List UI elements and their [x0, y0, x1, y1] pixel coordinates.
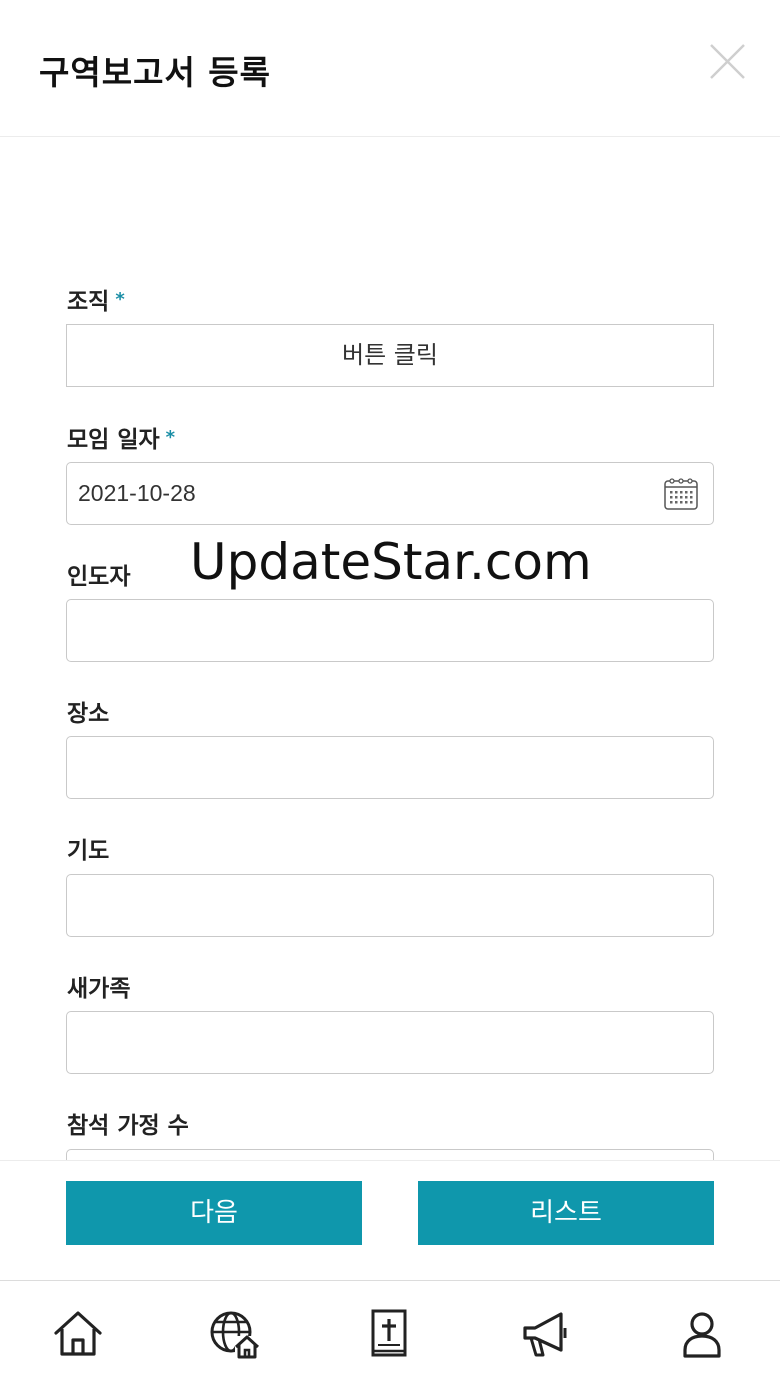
field-label-organization: 조직 *	[67, 282, 125, 316]
report-form: 조직 * 버튼 클릭 모임 일자 * 2021-10-28 인도자 장소 기도 새가…	[0, 137, 780, 1160]
close-button[interactable]	[706, 40, 750, 84]
home-icon	[54, 1311, 102, 1356]
field-label-attending-households: 참석 가정 수	[67, 1113, 189, 1139]
organization-select-button[interactable]: 버튼 클릭	[66, 324, 714, 387]
header: 구역보고서 등록	[0, 0, 780, 137]
nav-profile[interactable]	[674, 1306, 730, 1362]
required-mark: *	[115, 289, 125, 310]
required-mark: *	[165, 427, 176, 448]
field-label-meeting-date: 모임 일자 *	[67, 420, 175, 454]
nav-announcements[interactable]	[517, 1306, 573, 1362]
church-globe-icon	[210, 1311, 260, 1359]
field-label-prayer: 기도	[67, 838, 110, 864]
user-icon	[683, 1312, 721, 1358]
meeting-date-input[interactable]: 2021-10-28	[66, 462, 714, 525]
next-button[interactable]: 다음	[66, 1181, 362, 1245]
bible-icon	[371, 1309, 407, 1357]
prayer-input[interactable]	[66, 874, 714, 937]
close-icon	[710, 44, 745, 79]
label-text: 조직	[67, 289, 110, 315]
page-title: 구역보고서 등록	[39, 53, 272, 92]
place-input[interactable]	[66, 736, 714, 799]
new-family-input[interactable]	[66, 1011, 714, 1074]
field-label-new-family: 새가족	[67, 976, 131, 1002]
attending-households-input[interactable]	[66, 1149, 714, 1160]
nav-home[interactable]	[50, 1306, 106, 1362]
list-button[interactable]: 리스트	[418, 1181, 714, 1245]
nav-church[interactable]	[207, 1306, 263, 1362]
meeting-date-value: 2021-10-28	[78, 480, 196, 506]
leader-input[interactable]	[66, 599, 714, 662]
bottom-nav	[0, 1282, 780, 1386]
calendar-icon[interactable]	[663, 476, 699, 512]
action-bar: 다음 리스트	[0, 1160, 780, 1281]
field-label-leader: 인도자	[67, 564, 131, 590]
label-text: 모임 일자	[67, 427, 160, 453]
megaphone-icon	[523, 1312, 567, 1357]
field-label-place: 장소	[67, 701, 110, 727]
nav-bible[interactable]	[361, 1306, 417, 1362]
